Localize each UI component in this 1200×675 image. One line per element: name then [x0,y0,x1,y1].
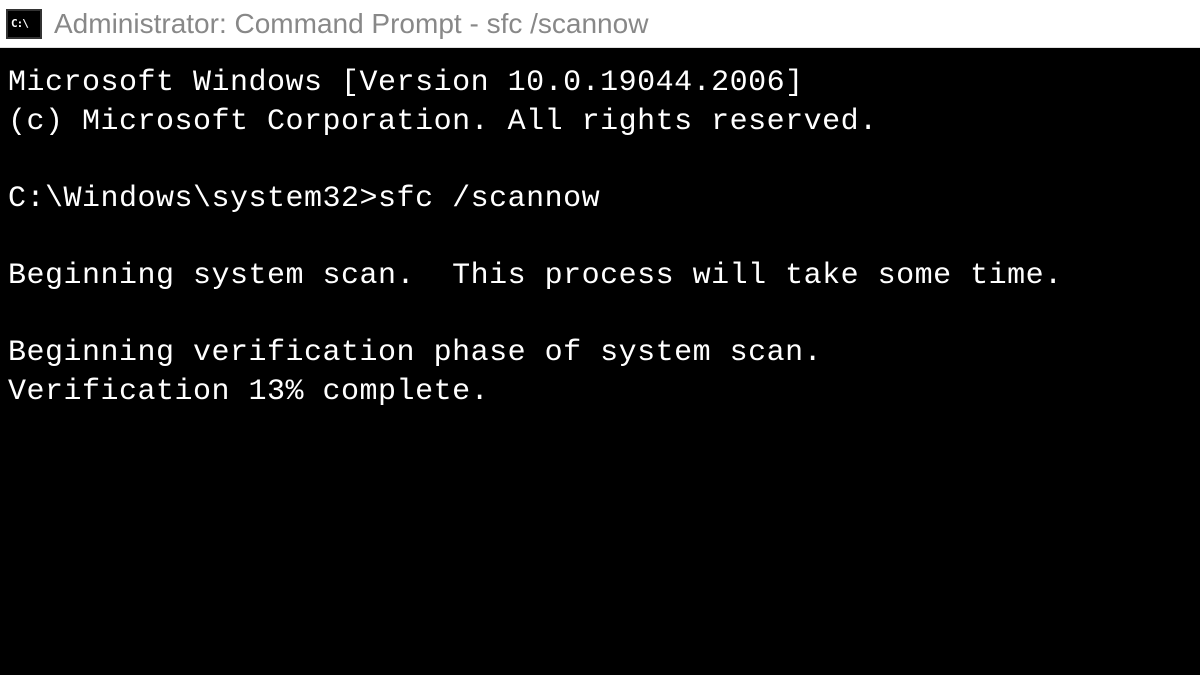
terminal-output[interactable]: Microsoft Windows [Version 10.0.19044.20… [0,48,1200,675]
terminal-line: Beginning system scan. This process will… [8,257,1192,296]
terminal-blank-line [8,142,1192,180]
terminal-line: Beginning verification phase of system s… [8,334,1192,373]
terminal-progress-line: Verification 13% complete. [8,373,1192,412]
terminal-line: (c) Microsoft Corporation. All rights re… [8,103,1192,142]
terminal-blank-line [8,219,1192,257]
cmd-icon: C:\ [6,9,42,39]
window-title-bar[interactable]: C:\ Administrator: Command Prompt - sfc … [0,0,1200,48]
window-title: Administrator: Command Prompt - sfc /sca… [54,8,648,40]
terminal-prompt-line: C:\Windows\system32>sfc /scannow [8,180,1192,219]
cmd-icon-text: C:\ [11,17,28,30]
terminal-line: Microsoft Windows [Version 10.0.19044.20… [8,64,1192,103]
terminal-blank-line [8,296,1192,334]
